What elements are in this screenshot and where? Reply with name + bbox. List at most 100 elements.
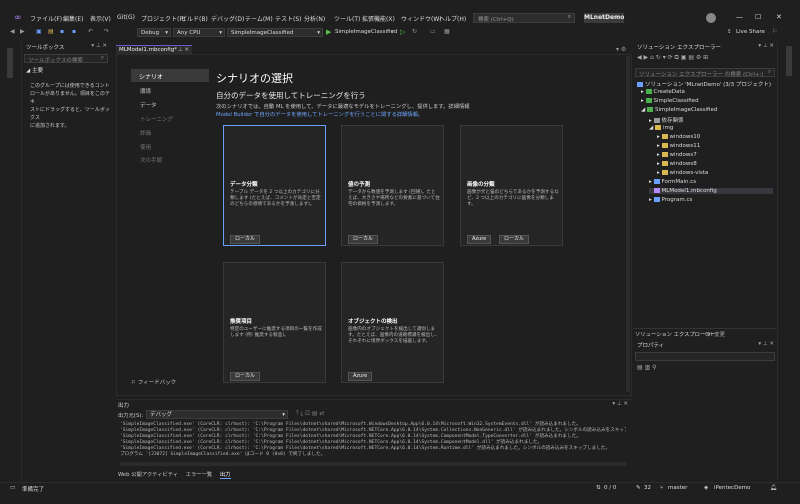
tree-folder-img[interactable]: ◢ img <box>649 125 673 131</box>
scenario-card-value-prediction[interactable]: 値の予測 データから数値を予測します (回帰)。たとえば、大きさや場所などの要素… <box>341 125 444 246</box>
menu-view[interactable]: 表示(V) <box>90 14 111 23</box>
chevron-down-icon: ▾ <box>165 30 168 36</box>
toolbox-group-header[interactable]: ◢ 主要 <box>26 66 43 74</box>
tree-project-simpleimageclassified[interactable]: ◢ SimpleImageClassified <box>641 107 717 113</box>
startup-project-select[interactable]: SimpleImageClassified ▾ <box>227 28 323 37</box>
tree-project-simpleclassified[interactable]: ▸ SimpleClassified <box>641 98 699 104</box>
start-without-debug-icon[interactable]: ▷ <box>400 28 405 36</box>
menu-debug[interactable]: デバッグ(D) <box>211 14 244 23</box>
vs-logo-icon[interactable]: ∞ <box>14 13 22 23</box>
close-icon[interactable]: ⊥ ✕ <box>178 47 189 53</box>
nav-data[interactable]: データ <box>140 101 157 109</box>
menu-team[interactable]: テーム(M) <box>245 14 273 23</box>
tab-output[interactable]: 出力 <box>219 472 231 479</box>
output-toolbar-icons[interactable]: ⤒ ⤓ ⎚ ▤ ⇄ <box>296 410 324 418</box>
menu-project[interactable]: プロジェクト(P) <box>141 14 185 23</box>
back-icon[interactable]: ◀ <box>10 28 15 35</box>
tab-solution-explorer[interactable]: ソリューション エクスプローラー <box>635 330 716 338</box>
csharp-file-icon <box>653 197 660 202</box>
scenario-card-data-classification[interactable]: データ分類 テーブル データを 2 つ以上のカテゴリに分類します (たとえば、コ… <box>223 125 326 246</box>
redo-icon[interactable]: ↷ <box>104 28 109 35</box>
menu-help[interactable]: ヘルプ(H) <box>439 14 466 23</box>
open-folder-icon[interactable]: ▤ <box>48 28 54 35</box>
platform-select[interactable]: Any CPU ▾ <box>173 28 225 37</box>
solution-search-input[interactable]: ソリューション エクスプローラー の検索 (Ctrl+;) ⌕ <box>635 68 775 78</box>
output-horizontal-scrollbar[interactable] <box>120 462 626 466</box>
minimize-icon[interactable]: — <box>736 13 743 21</box>
nav-scenario[interactable]: シナリオ <box>131 69 209 82</box>
tab-mlmodel-mbconfig[interactable]: MLModel1.mbconfig* ⊥ ✕ <box>116 45 192 54</box>
scenario-card-recommendation[interactable]: 推奨項目 特定のユーザーに推奨する項目の一覧を作成します (例: 推奨する製品)… <box>223 262 326 383</box>
card-description: テーブル データを 2 つ以上のカテゴリに分類します (たとえば、コメントが肯定… <box>230 190 321 207</box>
learn-more-link[interactable]: Model Builder で自分のデータを使用してトレーニングを行うことに関す… <box>216 110 423 118</box>
menu-edit[interactable]: 編集(E) <box>63 14 83 23</box>
tree-file-mlmodel[interactable]: ▸ MLModel1.mbconfig <box>649 188 773 194</box>
maximize-icon[interactable]: ☐ <box>755 13 761 21</box>
tree-folder-windows8[interactable]: ▸ windows8 <box>657 161 697 167</box>
run-button[interactable]: SimpleImageClassified <box>335 29 397 35</box>
avatar[interactable] <box>706 13 716 23</box>
tree-solution[interactable]: ソリューション 'MLnetDemo' (3/3 プロジェクト) <box>637 80 771 88</box>
notifications-strip-tab[interactable] <box>786 46 792 76</box>
run-icon[interactable]: ▶ <box>326 28 331 36</box>
search-input[interactable]: 検索 (Ctrl+Q) ⌕ <box>473 13 575 23</box>
undo-icon[interactable]: ↶ <box>88 28 93 35</box>
tree-folder-windows10[interactable]: ▸ windows10 <box>657 134 700 140</box>
toolbox-search-input[interactable]: ツールボックスの検索 ⌕ <box>24 54 108 64</box>
close-icon[interactable]: ✕ <box>776 13 782 21</box>
tree-dependencies[interactable]: ▸ 依存関係 <box>649 116 684 124</box>
toolbox-empty-message: このグループには使用できるコント ロールがありません。項目をこのテキ ストにドラ… <box>30 82 110 130</box>
window-layout-icon[interactable]: ▭ <box>430 28 436 35</box>
tree-folder-windows11[interactable]: ▸ windows11 <box>657 143 700 149</box>
toolbar-options-icon[interactable]: ▦ <box>444 28 450 35</box>
scenario-card-image-classification[interactable]: 画像の分類 画像が犬と猫のどちらであるかを予測するなど、2 つ以上のカテゴリに画… <box>460 125 563 246</box>
pending-changes-count[interactable]: 32 <box>644 485 651 491</box>
repo-name[interactable]: iPentecDemo <box>714 485 750 491</box>
toolbox-panel: ツールボックス ▾ ⊥ ✕ ツールボックスの検索 ⌕ ◢ 主要 このグループには… <box>22 42 110 480</box>
new-project-icon[interactable]: ▣ <box>36 28 42 35</box>
save-icon[interactable]: ▪ <box>60 28 64 35</box>
menu-build[interactable]: ビルド(B) <box>181 14 208 23</box>
tree-folder-windows7[interactable]: ▸ windows7 <box>657 152 697 158</box>
folder-icon <box>661 152 668 157</box>
menu-test[interactable]: テスト(S) <box>275 14 302 23</box>
menu-extensions[interactable]: 拡張機能(X) <box>362 14 395 23</box>
toolbox-strip-tab[interactable] <box>7 48 13 78</box>
live-share-button[interactable]: Live Share <box>736 29 765 35</box>
branch-name[interactable]: master <box>668 485 687 491</box>
pin-icon[interactable]: ▾ ⊥ ✕ <box>612 401 628 407</box>
feedback-icon[interactable]: ⚐ <box>772 28 777 35</box>
scenario-card-object-detection[interactable]: オブジェクトの検出 画像内のオブジェクトを検出して識別します。たとえば、画像内の… <box>341 262 444 383</box>
tab-overflow-icon[interactable]: ▾ ⚙ <box>616 46 626 53</box>
categorized-icon[interactable]: ▤ ▥ ⚲ <box>637 364 657 371</box>
notification-bell-icon[interactable]: 🔔︎ <box>770 485 777 491</box>
menu-tools[interactable]: ツール(T) <box>334 14 360 23</box>
tree-folder-windows-vista[interactable]: ▸ windows-vista <box>657 170 708 176</box>
tab-git-changes[interactable]: Git 変更 <box>705 330 725 338</box>
tab-label: MLModel1.mbconfig* <box>119 47 177 53</box>
tree-file-formmain[interactable]: ▸ FormMain.cs <box>649 179 696 185</box>
menu-git[interactable]: Git(G) <box>117 14 135 21</box>
tab-error-list[interactable]: エラー一覧 <box>186 472 213 478</box>
save-all-icon[interactable]: ▪ <box>72 28 76 35</box>
output-source-select[interactable]: デバッグ ▾ <box>146 410 288 419</box>
tree-file-program[interactable]: ▸ Program.cs <box>649 197 692 203</box>
config-select[interactable]: Debug ▾ <box>137 28 171 37</box>
line-changes[interactable]: 0 / 0 <box>604 485 616 491</box>
nav-environment[interactable]: 環境 <box>140 87 151 95</box>
pin-icon[interactable]: ▾ ⊥ ✕ <box>758 43 774 49</box>
forward-icon[interactable]: ▶ <box>20 28 25 35</box>
menu-window[interactable]: ウィンドウ(W) <box>401 14 442 23</box>
tree-project-createdata[interactable]: ▸ CreateData <box>641 89 685 95</box>
refresh-icon[interactable]: ↻ <box>412 28 417 35</box>
back-icon[interactable]: ◀ ▶ ⌂ ↻ ▾ ⟳ ⧉ ▣ ▤ ⚙ ⊞ <box>637 54 708 61</box>
pin-icon[interactable]: ▾ ⊥ ✕ <box>91 43 107 49</box>
menu-analyze[interactable]: 分析(N) <box>304 14 325 23</box>
run-options-chevron-icon[interactable]: ▾ <box>391 28 394 35</box>
tab-web-publish[interactable]: Web 公開アクティビティ <box>118 472 178 478</box>
document-scrollbar[interactable] <box>626 56 630 392</box>
pin-icon[interactable]: ▾ ⊥ ✕ <box>758 341 774 347</box>
properties-object-select[interactable] <box>635 352 775 361</box>
feedback-link[interactable]: ⚐ フィードバック <box>131 378 176 386</box>
menu-file[interactable]: ファイル(F) <box>30 14 62 23</box>
